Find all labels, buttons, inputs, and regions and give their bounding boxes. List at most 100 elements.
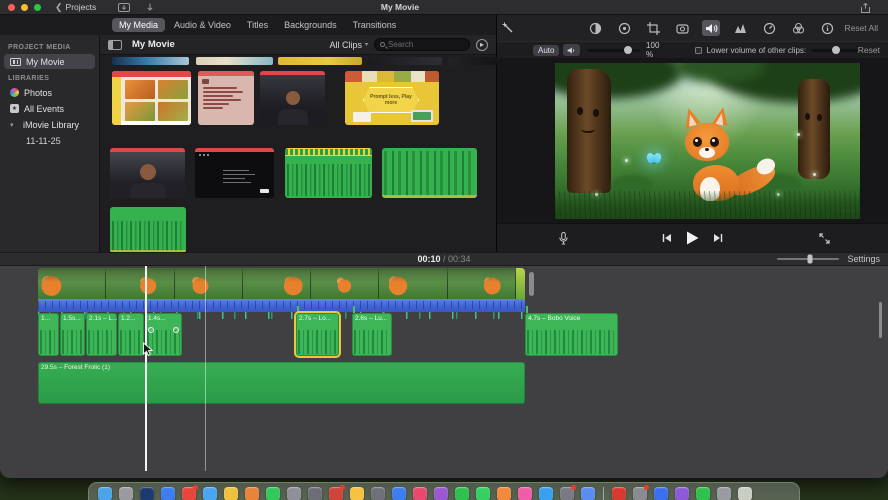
lower-volume-slider[interactable] [812,46,858,54]
close-window-button[interactable] [8,3,15,11]
media-thumbnail-audio[interactable] [382,148,477,198]
fade-handle[interactable] [173,327,179,333]
media-thumbnail-notes[interactable] [198,71,254,125]
color-correction-icon[interactable] [615,20,633,36]
dock-app-icon[interactable] [119,487,133,500]
dock-app-icon[interactable] [560,485,576,500]
tab-my-media[interactable]: My Media [112,18,166,32]
playhead[interactable] [145,266,147,471]
sidebar-item-imovie-library[interactable]: ▾ iMovie Library [4,117,95,132]
dock-app-icon[interactable] [350,487,364,500]
sidebar-item-photos[interactable]: Photos [4,85,95,100]
tab-backgrounds[interactable]: Backgrounds [277,18,344,32]
import-media-icon[interactable] [118,2,131,12]
timeline-audio-clip[interactable]: 1... [38,313,59,356]
media-thumbnail-webcam[interactable] [260,71,325,125]
dock-app-icon[interactable] [654,487,668,500]
media-thumbnail-partial[interactable] [278,57,362,65]
timeline-scrollbar[interactable] [879,302,882,338]
auto-volume-button[interactable]: Auto [533,44,560,56]
dock-app-icon[interactable] [98,487,112,500]
media-thumbnail-audio-selected[interactable] [285,148,372,198]
chevron-down-icon[interactable]: ▾ [10,121,18,129]
timeline-audio-clip[interactable]: 2.6s – Lu... [352,313,392,356]
dock-app-icon[interactable] [245,487,259,500]
skip-forward-icon[interactable] [713,233,723,243]
dock-app-icon[interactable] [287,487,301,500]
enhance-wand-icon[interactable] [502,22,514,34]
reset-all-button[interactable]: Reset All [844,23,878,33]
speed-icon[interactable] [760,20,778,36]
timeline-music-clip[interactable]: 29.5s – Forest Frolic (1) [38,362,525,404]
settings-button[interactable]: Settings [847,254,880,264]
media-thumbnail-audio[interactable] [110,207,186,253]
tab-transitions[interactable]: Transitions [346,18,404,32]
dock-app-icon[interactable] [581,487,595,500]
tab-audio-video[interactable]: Audio & Video [167,18,238,32]
download-arrow-icon[interactable] [146,3,154,12]
dock-app-icon[interactable] [696,487,710,500]
media-thumbnail-partial[interactable] [368,57,442,65]
mute-button[interactable] [563,44,581,56]
timeline-audio-clip[interactable]: 1.2... [118,313,144,356]
dock-app-icon[interactable] [633,485,649,500]
tab-titles[interactable]: Titles [240,18,275,32]
info-icon[interactable] [818,20,836,36]
dock-app-icon[interactable] [717,487,731,500]
media-thumbnail-screen-recording[interactable] [195,148,274,198]
zoom-window-button[interactable] [34,3,41,11]
dock-app-icon[interactable] [203,487,217,500]
sidebar-item-my-movie[interactable]: My Movie [4,54,95,69]
dock-app-icon[interactable] [612,487,626,500]
timeline-video-clip[interactable] [38,268,525,319]
dock-app-icon[interactable] [476,487,490,500]
dock-app-icon[interactable] [329,485,345,500]
dock-app-icon[interactable] [497,487,511,500]
timeline-audio-clip[interactable]: 4.7s – Bobo Voice [525,313,618,356]
media-thumbnail-slide[interactable]: Prompt less, Play more [345,71,439,125]
dock-app-icon[interactable] [518,487,532,500]
dock-app-icon[interactable] [161,487,175,500]
dock-app-icon[interactable] [434,487,448,500]
dock-app-icon[interactable] [140,487,154,500]
dock-app-icon[interactable] [224,487,238,500]
share-icon[interactable] [861,3,870,13]
dock-app-icon[interactable] [738,487,752,500]
dock-app-icon[interactable] [308,487,322,500]
media-thumbnail-partial[interactable] [112,57,189,65]
sidebar-item-all-events[interactable]: ★ All Events [4,101,95,116]
sidebar-item-library-date[interactable]: 11-11-25 [4,133,95,148]
media-thumbnail-webcam[interactable] [110,148,185,198]
stabilization-icon[interactable] [673,20,691,36]
lower-volume-checkbox[interactable] [694,46,702,54]
dock-app-icon[interactable] [675,487,689,500]
minimize-window-button[interactable] [21,3,28,11]
dock-app-icon[interactable] [392,487,406,500]
timeline-zoom-slider[interactable] [777,254,840,264]
dock-app-icon[interactable] [413,487,427,500]
reset-button[interactable]: Reset [858,45,880,55]
fullscreen-icon[interactable] [819,232,830,244]
skip-back-icon[interactable] [662,233,672,243]
sidebar-toggle-icon[interactable] [108,39,122,50]
volume-icon[interactable] [702,20,720,36]
browser-play-icon[interactable]: ▸ [476,38,488,51]
play-button[interactable] [686,231,699,245]
volume-slider[interactable] [588,46,641,54]
dock-app-icon[interactable] [182,485,198,500]
search-input[interactable] [388,40,464,49]
noise-reduction-icon[interactable] [731,20,749,36]
media-thumbnail-partial[interactable] [196,57,273,65]
dock-app-icon[interactable] [371,487,385,500]
dock-app-icon[interactable] [455,487,469,500]
preview-frame[interactable] [555,63,860,219]
fade-handle[interactable] [148,327,154,333]
clip-trim-handle[interactable] [529,272,534,296]
crop-icon[interactable] [644,20,662,36]
color-balance-icon[interactable] [586,20,604,36]
timeline-audio-clip[interactable]: 2.7s – Lo... [296,313,339,356]
back-to-projects-button[interactable]: ❮ Projects [55,2,96,13]
effects-icon[interactable] [789,20,807,36]
timeline-audio-clip[interactable]: 2.1s – L... [86,313,117,356]
dock-app-icon[interactable] [266,487,280,500]
